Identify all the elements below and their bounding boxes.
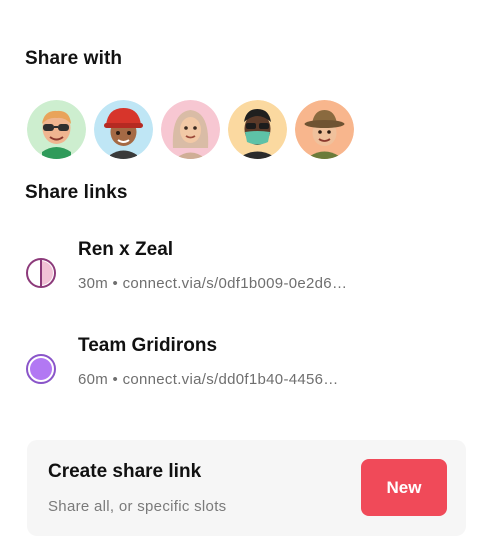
- share-link-meta: 60m • connect.via/s/dd0f1b40-4456…: [78, 371, 339, 388]
- share-link-meta: 30m • connect.via/s/0df1b009-0e2d6…: [78, 275, 348, 292]
- contact-avatar-2[interactable]: [94, 100, 153, 159]
- share-links-title: Share links: [25, 182, 128, 203]
- avatar-icon: [228, 100, 287, 159]
- share-link-name: Ren x Zeal: [78, 239, 174, 260]
- create-share-link-title: Create share link: [48, 461, 202, 482]
- avatar-icon: [27, 100, 86, 159]
- contact-avatar-1[interactable]: [27, 100, 86, 159]
- share-link-item[interactable]: Ren x Zeal 30m • connect.via/s/0df1b009-…: [25, 237, 455, 297]
- create-share-link-subtitle: Share all, or specific slots: [48, 498, 227, 515]
- contact-avatars: [27, 100, 354, 159]
- share-link-item[interactable]: Team Gridirons 60m • connect.via/s/dd0f1…: [25, 333, 455, 393]
- avatar-icon: [295, 100, 354, 159]
- share-link-name: Team Gridirons: [78, 335, 218, 356]
- filled-circle-icon: [26, 354, 56, 384]
- half-circle-icon: [26, 258, 56, 288]
- new-link-button[interactable]: New: [361, 459, 447, 516]
- contact-avatar-5[interactable]: [295, 100, 354, 159]
- avatar-icon: [94, 100, 153, 159]
- share-with-title: Share with: [25, 48, 123, 69]
- create-share-link-card: Create share link Share all, or specific…: [27, 440, 466, 536]
- avatar-icon: [161, 100, 220, 159]
- contact-avatar-4[interactable]: [228, 100, 287, 159]
- contact-avatar-3[interactable]: [161, 100, 220, 159]
